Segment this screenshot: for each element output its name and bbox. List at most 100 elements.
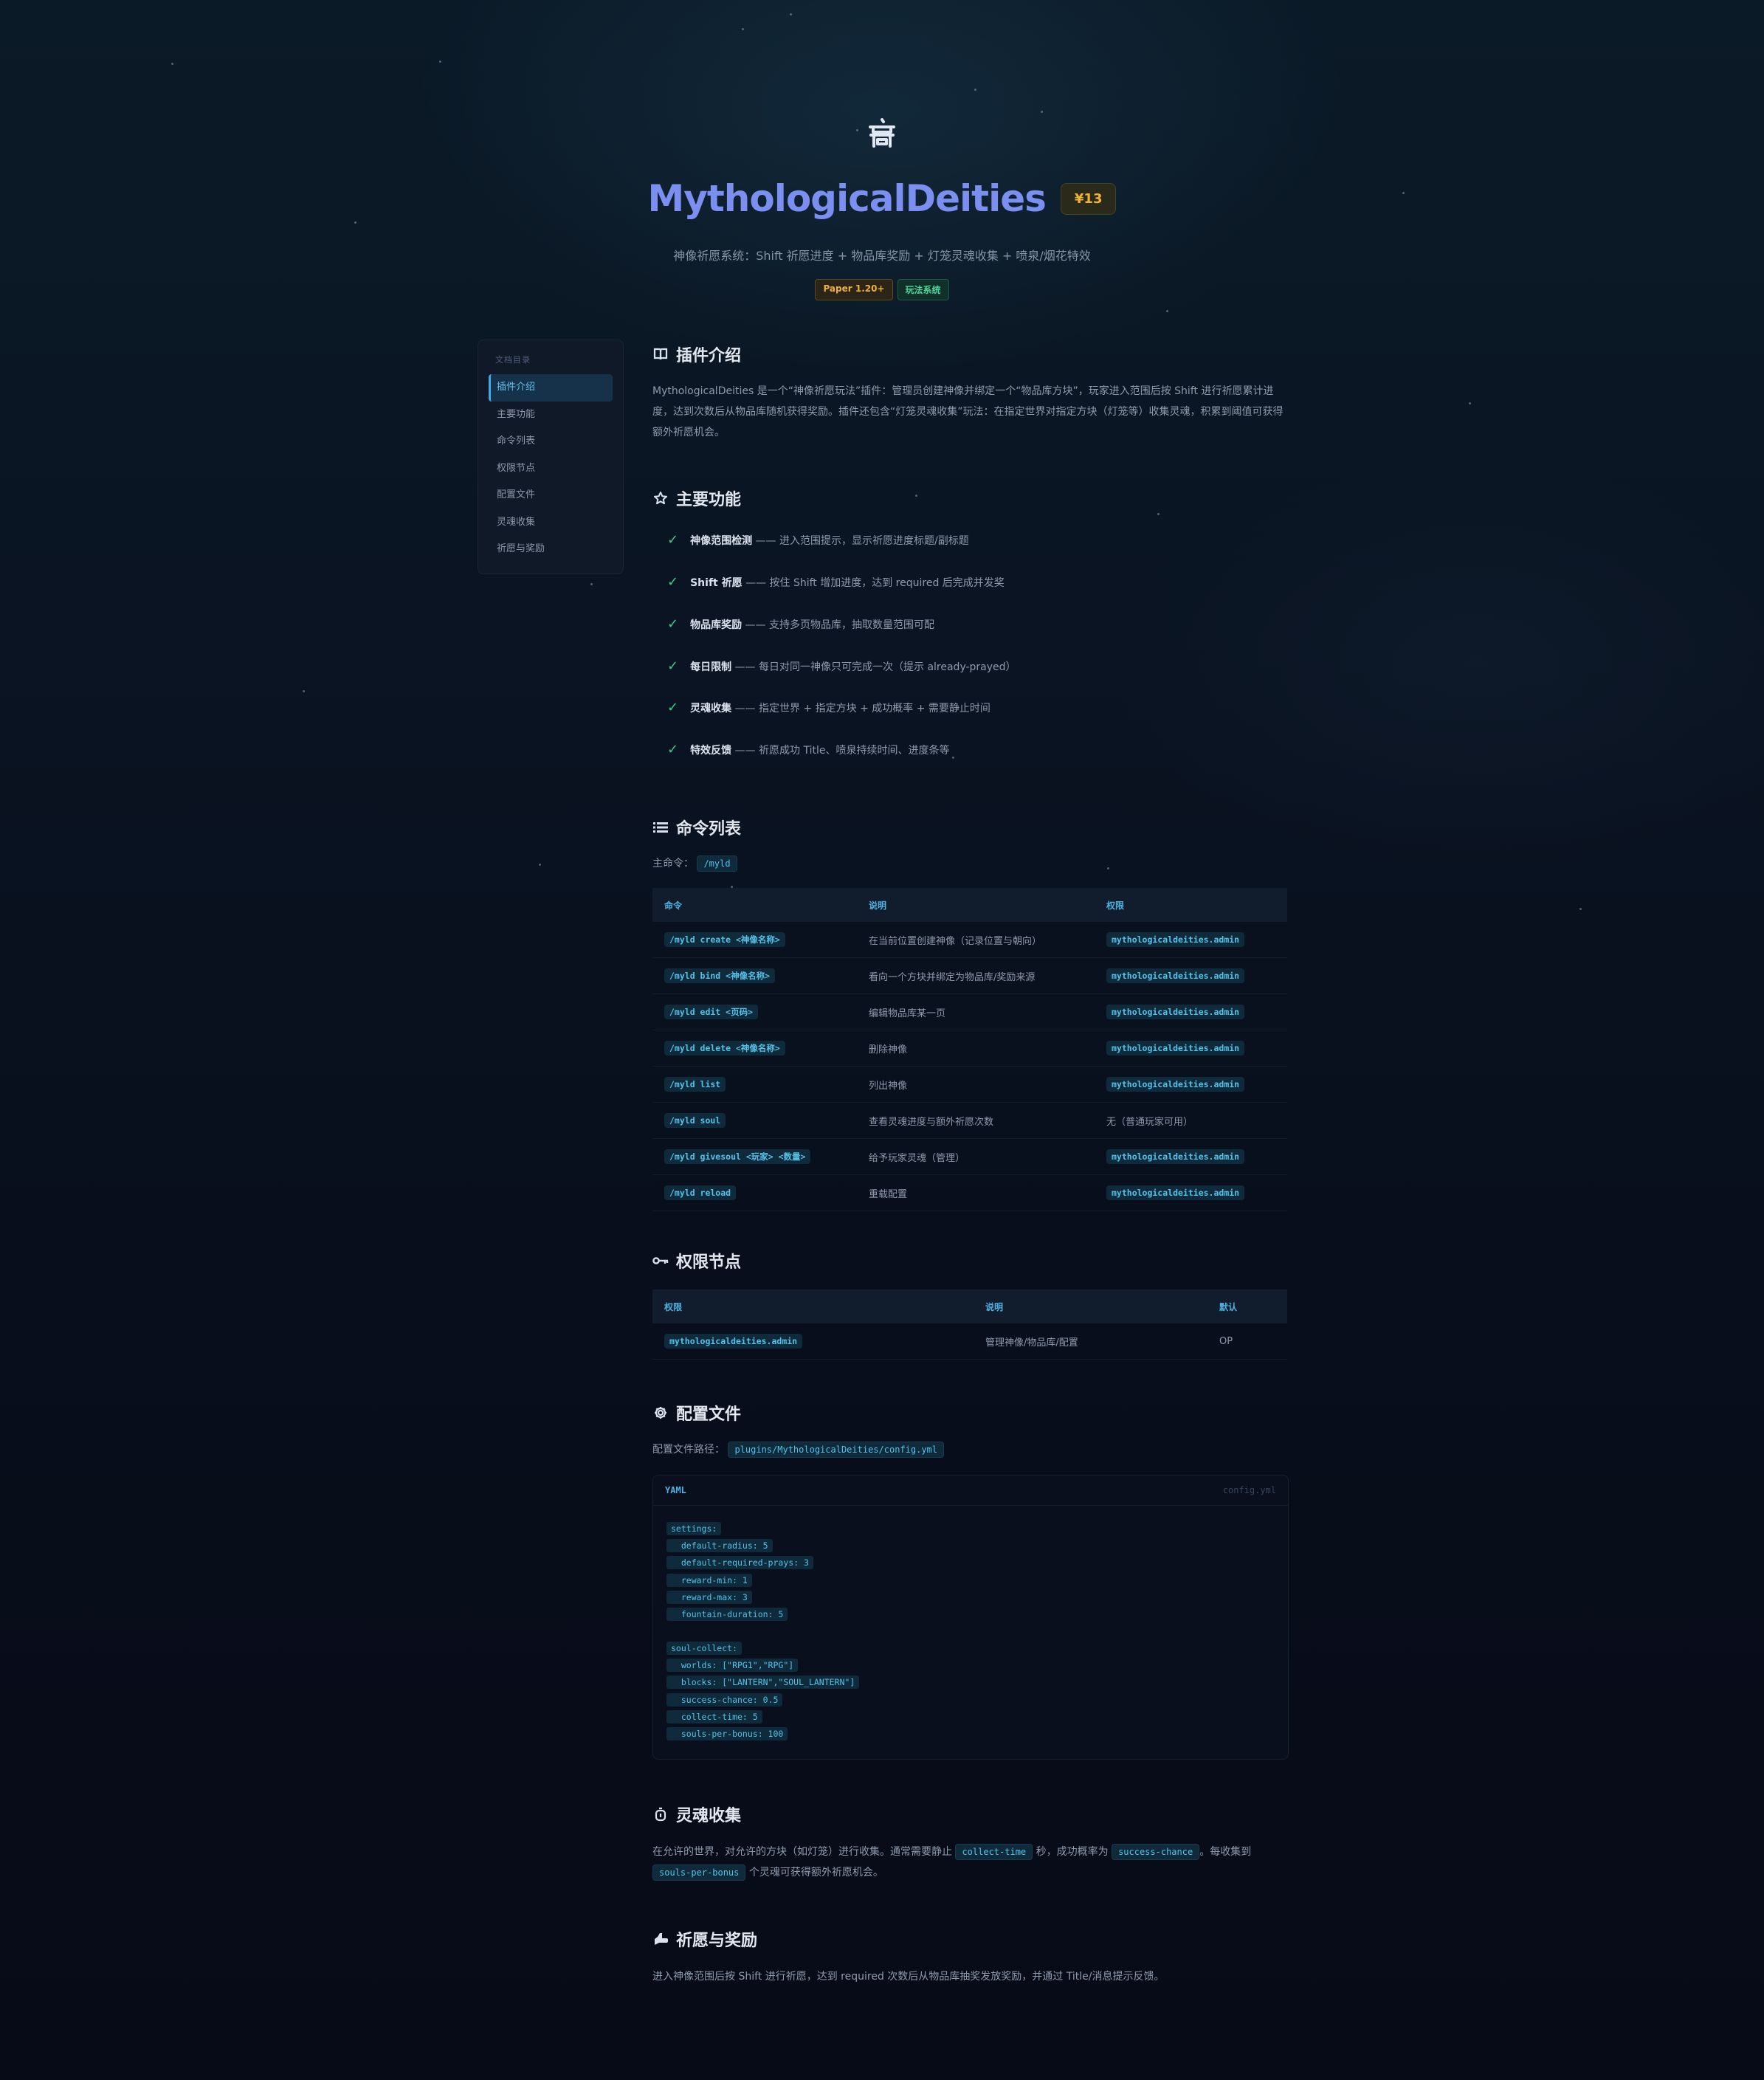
command-code: /myld create <神像名称>: [664, 932, 785, 947]
col-description: 说明: [857, 888, 1095, 922]
command-code: /myld givesoul <玩家> <数量>: [664, 1149, 811, 1164]
pray-text: 进入神像范围后按 Shift 进行祈愿，达到 required 次数后从物品库抽…: [652, 1971, 1165, 1983]
col-permission: 权限: [652, 1289, 974, 1323]
yaml-line: default-radius: 5: [666, 1539, 773, 1552]
command-desc: 在当前位置创建神像（记录位置与朝向）: [857, 922, 1095, 958]
check-icon: ✓: [667, 700, 679, 715]
config-code-block: YAML config.yml settings: default-radius…: [652, 1475, 1289, 1760]
yaml-line: success-chance: 0.5: [666, 1693, 783, 1707]
feature-desc: —— 支持多页物品库，抽取数量范围可配: [745, 619, 934, 631]
permission-text: 无（普通玩家可用）: [1106, 1116, 1193, 1128]
code-filename-label: config.yml: [1222, 1485, 1276, 1495]
permission-desc: 管理神像/物品库/配置: [974, 1323, 1207, 1360]
soul-heading: 灵魂收集: [652, 1802, 741, 1826]
col-default: 默认: [1207, 1289, 1287, 1323]
plugin-subtitle: 神像祈愿系统：Shift 祈愿进度 + 物品库奖励 + 灯笼灵魂收集 + 喷泉/…: [673, 249, 1091, 263]
price-badge: ¥13: [1060, 182, 1117, 215]
yaml-line: worlds: ["RPG1","RPG"]: [666, 1659, 799, 1672]
table-row: /myld bind <神像名称> 看向一个方块并绑定为物品库/奖励来源 mytho…: [652, 957, 1287, 994]
toc-item-intro[interactable]: 插件介绍: [489, 374, 613, 402]
check-icon: ✓: [667, 742, 679, 757]
praying-hands-icon: [652, 1931, 669, 1947]
feature-name: 每日限制: [690, 661, 732, 673]
gear-icon: [652, 1405, 669, 1421]
command-code: /myld bind <神像名称>: [664, 968, 776, 983]
pray-heading: 祈愿与奖励: [652, 1927, 757, 1951]
souls-per-bonus-code: souls-per-bonus: [652, 1864, 746, 1881]
success-chance-code: success-chance: [1112, 1844, 1200, 1860]
toc-item-config[interactable]: 配置文件: [489, 482, 613, 509]
command-desc: 编辑物品库某一页: [857, 993, 1095, 1030]
feature-desc: —— 祈愿成功 Title、喷泉持续时间、进度条等: [734, 744, 950, 757]
permission-code: mythologicaldeities.admin: [1106, 1149, 1245, 1164]
toc-item-features[interactable]: 主要功能: [489, 402, 613, 429]
plugin-title: MythologicalDeities: [647, 177, 1047, 220]
permission-code: mythologicaldeities.admin: [1106, 1185, 1245, 1200]
toc-item-permissions[interactable]: 权限节点: [489, 455, 613, 483]
table-row: /myld delete <神像名称> 删除神像 mythologicaldeiti…: [652, 1030, 1287, 1067]
table-row: /myld list 列出神像 mythologicaldeities.admin: [652, 1066, 1287, 1103]
feature-item: ✓ 每日限制 —— 每日对同一神像只可完成一次（提示 already-prayed…: [667, 658, 1016, 674]
intro-heading: 插件介绍: [652, 342, 741, 366]
soul-text: 在允许的世界，对允许的方块（如灯笼）进行收集。通常需要静止 collect-ti…: [652, 1842, 1287, 1883]
command-code: /myld edit <页码>: [664, 1005, 759, 1019]
feature-item: ✓ 特效反馈 —— 祈愿成功 Title、喷泉持续时间、进度条等: [667, 742, 949, 757]
table-row: /myld soul 查看灵魂进度与额外祈愿次数 无（普通玩家可用）: [652, 1102, 1287, 1139]
table-row: /myld create <神像名称> 在当前位置创建神像（记录位置与朝向） myt…: [652, 922, 1287, 958]
commands-table: 命令 说明 权限 /myld create <神像名称> 在当前位置创建神像（记录…: [652, 888, 1287, 1211]
toc-item-soul[interactable]: 灵魂收集: [489, 509, 613, 537]
command-desc: 给予玩家灵魂（管理）: [857, 1138, 1095, 1175]
command-code: /myld delete <神像名称>: [664, 1041, 785, 1056]
star-icon: [652, 490, 669, 506]
table-row: mythologicaldeities.admin 管理神像/物品库/配置 OP: [652, 1323, 1287, 1360]
intro-text: MythologicalDeities 是一个“神像祈愿玩法”插件：管理员创建神…: [652, 385, 1284, 438]
main-command-line: 主命令： /myld: [652, 853, 1287, 874]
feature-name: Shift 祈愿: [690, 576, 743, 589]
command-desc: 删除神像: [857, 1030, 1095, 1067]
collect-time-code: collect-time: [955, 1844, 1033, 1860]
config-path-line: 配置文件路径： plugins/MythologicalDeities/conf…: [652, 1439, 1287, 1460]
config-heading: 配置文件: [652, 1401, 741, 1425]
features-heading: 主要功能: [652, 486, 741, 510]
table-header-row: 权限 说明 默认: [652, 1289, 1287, 1323]
permission-code: mythologicaldeities.admin: [1106, 931, 1245, 947]
feature-name: 特效反馈: [690, 744, 732, 757]
command-desc: 重载配置: [857, 1174, 1095, 1211]
yaml-line: blocks: ["LANTERN","SOUL_LANTERN"]: [666, 1676, 860, 1689]
version-tag: Paper 1.20+: [815, 279, 893, 300]
table-header-row: 命令 说明 权限: [652, 888, 1287, 922]
permissions-heading: 权限节点: [652, 1249, 741, 1273]
code-language-label: YAML: [665, 1485, 686, 1495]
toc-item-commands[interactable]: 命令列表: [489, 428, 613, 455]
yaml-line: fountain-duration: 5: [666, 1608, 788, 1621]
command-desc: 列出神像: [857, 1066, 1095, 1103]
yaml-line: souls-per-bonus: 100: [666, 1727, 788, 1740]
permission-code: mythologicaldeities.admin: [1106, 968, 1245, 983]
command-code: /myld list: [664, 1076, 726, 1092]
temple-icon: [864, 114, 900, 151]
table-row: /myld givesoul <玩家> <数量> 给予玩家灵魂（管理） mythol…: [652, 1138, 1287, 1175]
check-icon: ✓: [667, 532, 679, 548]
feature-item: ✓ 物品库奖励 —— 支持多页物品库，抽取数量范围可配: [667, 616, 934, 632]
tag-list: Paper 1.20+ 玩法系统: [0, 279, 1764, 300]
code-block-header: YAML config.yml: [653, 1475, 1288, 1506]
toc-item-pray[interactable]: 祈愿与奖励: [489, 536, 613, 563]
yaml-line: collect-time: 5: [666, 1710, 762, 1723]
key-icon: [652, 1253, 669, 1269]
feature-item: ✓ 神像范围检测 —— 进入范围提示，显示祈愿进度标题/副标题: [667, 532, 969, 548]
toc-title: 文档目录: [495, 355, 531, 365]
feature-item: ✓ 灵魂收集 —— 指定世界 + 指定方块 + 成功概率 + 需要静止时间: [667, 700, 990, 715]
permission-code: mythologicaldeities.admin: [1106, 1076, 1245, 1092]
yaml-line: default-required-prays: 3: [666, 1556, 813, 1569]
check-icon: ✓: [667, 658, 679, 674]
commands-heading: 命令列表: [652, 816, 741, 839]
col-permission: 权限: [1095, 888, 1287, 922]
feature-name: 物品库奖励: [690, 619, 743, 631]
permissions-table: 权限 说明 默认 mythologicaldeities.admin 管理神像/…: [652, 1289, 1287, 1360]
lantern-icon: [652, 1806, 669, 1822]
yaml-line: reward-max: 3: [666, 1591, 752, 1604]
category-tag: 玩法系统: [897, 279, 949, 300]
book-icon: [652, 346, 669, 362]
config-path-code: plugins/MythologicalDeities/config.yml: [728, 1442, 944, 1458]
command-code: /myld soul: [664, 1112, 726, 1128]
